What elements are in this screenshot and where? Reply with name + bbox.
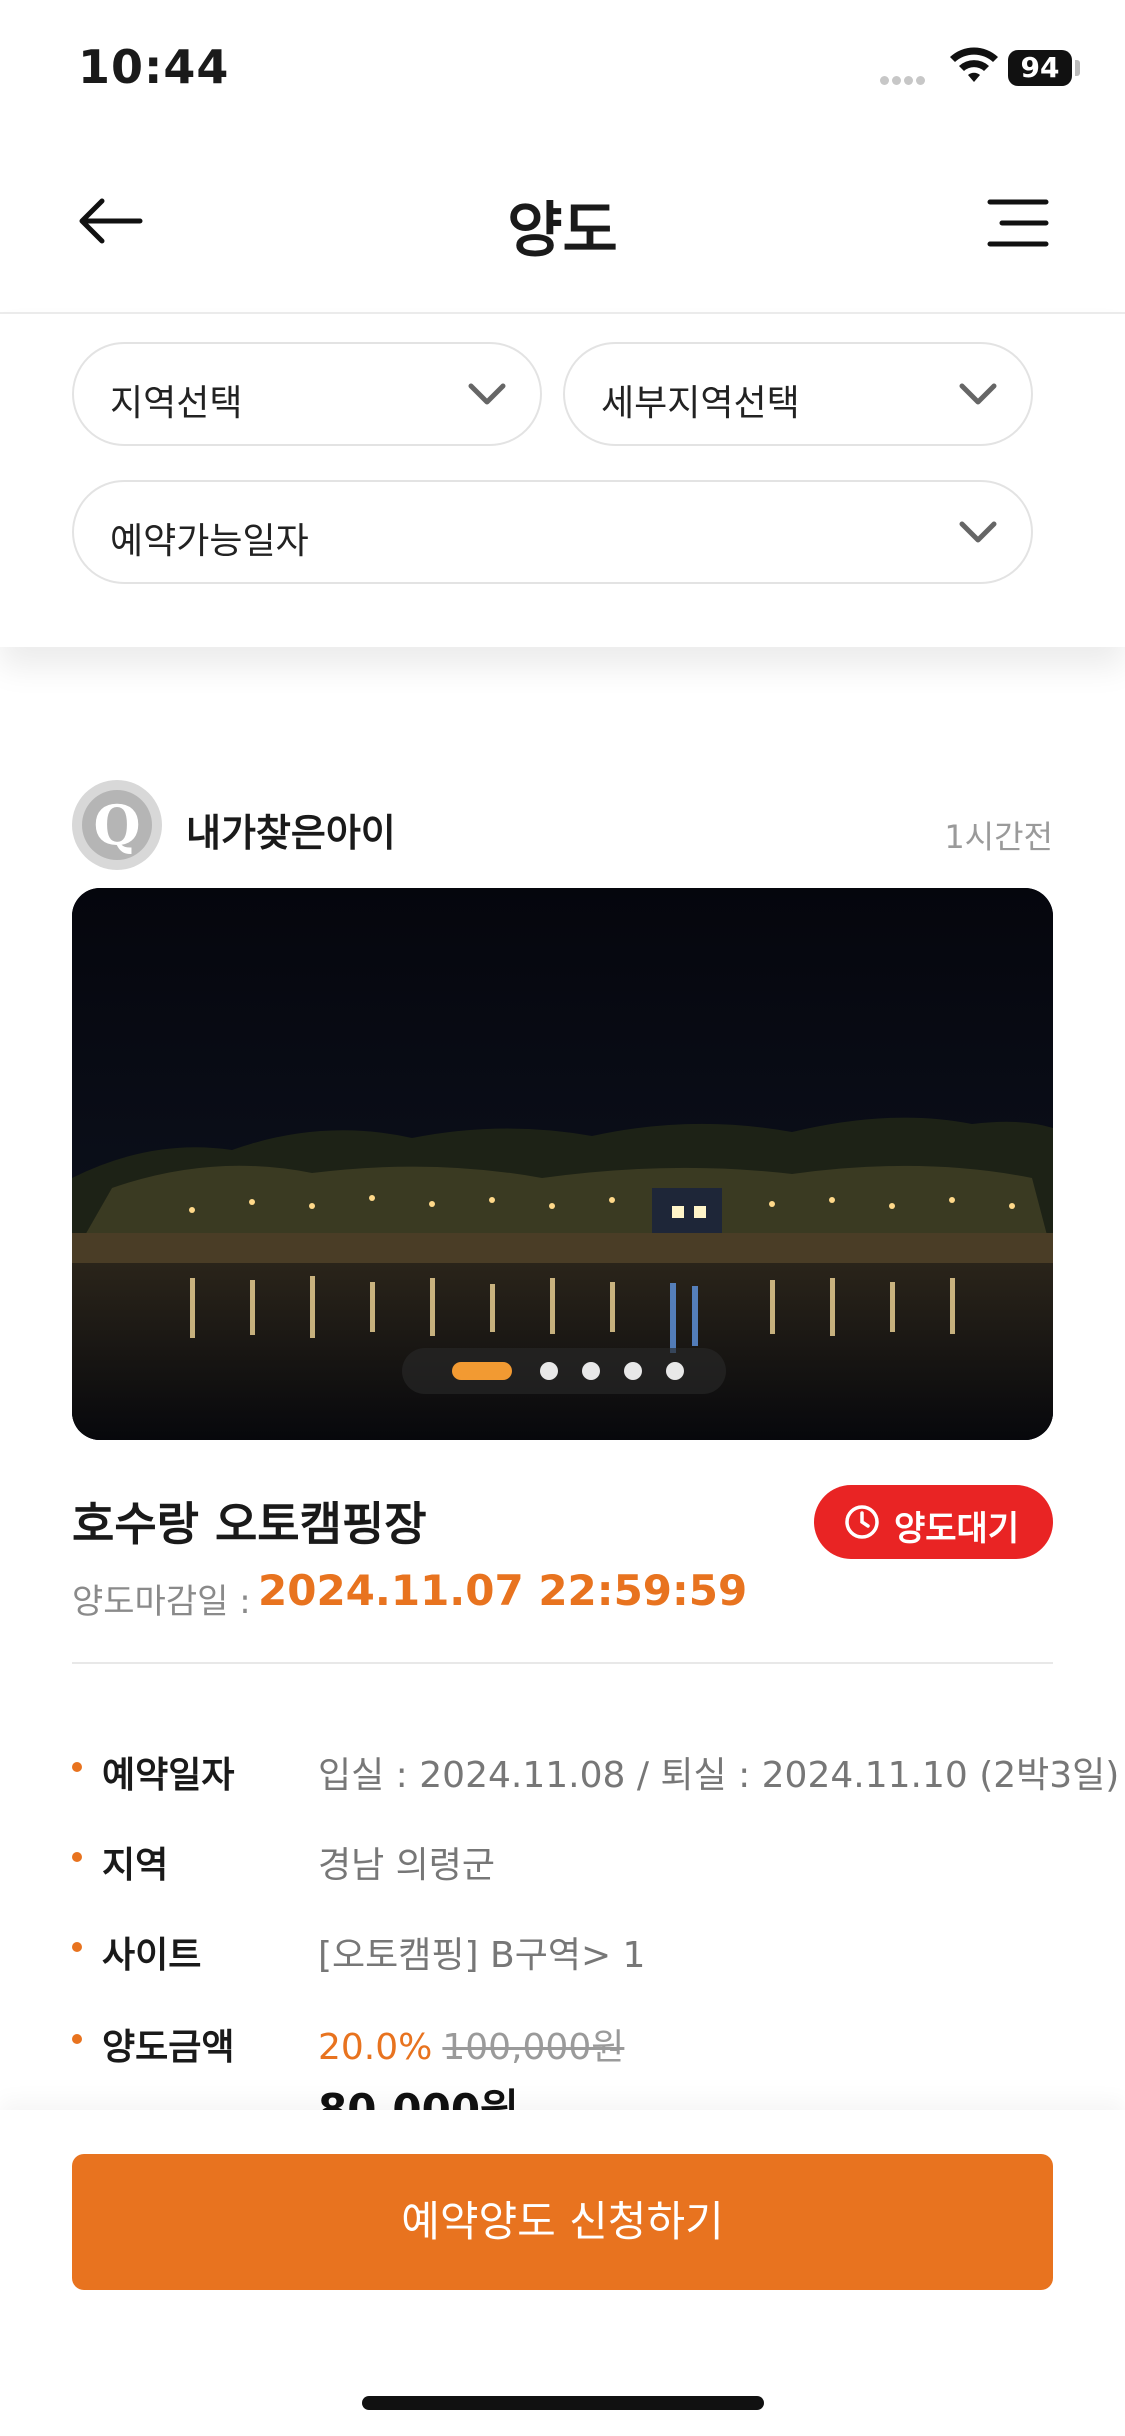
detail-key: 지역 [102,1845,169,1886]
avatar-letter: Q [82,790,152,860]
available-date-select[interactable]: 예약가능일자 [72,480,1033,584]
region-select[interactable]: 지역선택 [72,342,542,446]
discount-rate: 20.0% [318,2027,433,2068]
battery-icon: 94 [1008,50,1072,86]
page-title: 양도 [507,196,618,266]
chevron-down-icon [959,521,997,543]
battery-cap [1075,60,1080,76]
region-select-label: 지역선택 [110,383,243,424]
campsite-photo[interactable] [72,888,1053,1440]
campsite-name[interactable]: 호수랑 오토캠핑장 [72,1488,427,1554]
avatar[interactable]: Q [72,780,162,870]
hamburger-menu-icon[interactable] [986,198,1050,248]
clock: 10:44 [78,40,230,94]
clock-icon [845,1505,879,1539]
deadline-value: 2024.11.07 22:59:59 [258,1566,748,1615]
sub-region-select[interactable]: 세부지역선택 [563,342,1033,446]
sub-region-select-label: 세부지역선택 [601,383,800,424]
chevron-down-icon [959,383,997,405]
bullet-icon [72,1762,82,1772]
pager-dot[interactable] [666,1362,684,1380]
bullet-icon [72,1852,82,1862]
pager-dot-active[interactable] [452,1362,512,1380]
available-date-select-label: 예약가능일자 [110,521,309,562]
pager-dot[interactable] [582,1362,600,1380]
original-price: 100,000원 [442,2027,625,2068]
divider [72,1662,1053,1664]
wifi-icon [950,47,998,82]
signal-dots-icon [880,70,928,89]
bullet-icon [72,2034,82,2044]
detail-key: 예약일자 [102,1755,235,1796]
detail-value: [오토캠핑] B구역> 1 [318,1935,646,1976]
bullet-icon [72,1942,82,1952]
detail-value: 경남 의령군 [318,1845,496,1886]
home-indicator[interactable] [362,2396,764,2410]
status-bar: 10:44 94 [0,0,1125,130]
filter-panel: 지역선택 세부지역선택 예약가능일자 [0,314,1125,647]
detail-value: 입실 : 2024.11.08 / 퇴실 : 2024.11.10 (2박3일) [318,1755,1120,1796]
post-time: 1시간전 [944,818,1053,856]
detail-key: 양도금액 [102,2027,235,2068]
detail-reservation-date: 예약일자 입실 : 2024.11.08 / 퇴실 : 2024.11.10 (… [72,1740,1119,1800]
apply-transfer-button[interactable]: 예약양도 신청하기 [72,2154,1053,2290]
deadline-label: 양도마감일 : [72,1582,251,1622]
status-badge-label: 양도대기 [894,1509,1020,1549]
photo-pager[interactable] [402,1348,726,1394]
status-badge: 양도대기 [814,1485,1053,1559]
detail-site: 사이트 [오토캠핑] B구역> 1 [72,1920,1072,1980]
detail-key: 사이트 [102,1935,202,1976]
pager-dot[interactable] [540,1362,558,1380]
detail-price: 양도금액 20.0% 100,000원 [72,2012,1072,2072]
price-values: 20.0% 100,000원 [318,2018,624,2070]
pager-dot[interactable] [624,1362,642,1380]
detail-region: 지역 경남 의령군 [72,1830,1072,1890]
app-header: 양도 [0,130,1125,314]
chevron-down-icon [468,383,506,405]
bottom-action-bar: 예약양도 신청하기 [0,2110,1125,2436]
username[interactable]: 내가찾은아이 [186,802,396,857]
